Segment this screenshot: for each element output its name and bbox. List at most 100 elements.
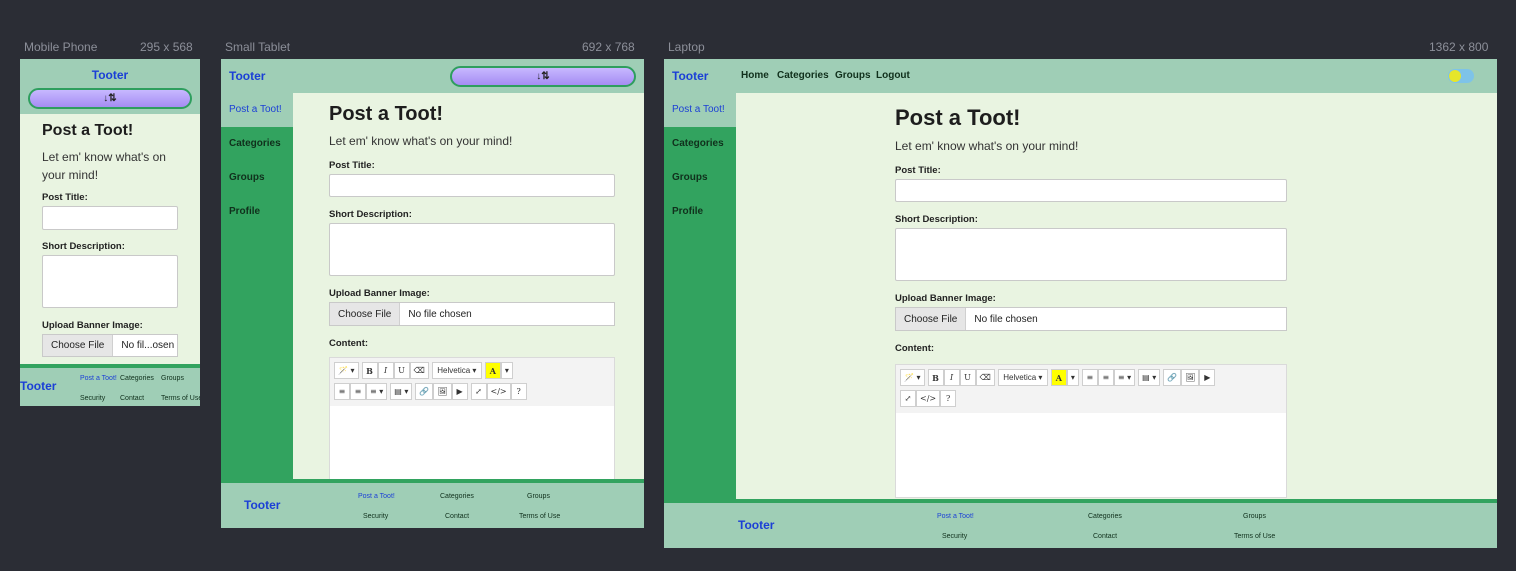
highlight-color-button[interactable]: A	[1050, 369, 1067, 386]
video-icon[interactable]: ▶	[1199, 369, 1216, 386]
eraser-icon[interactable]: ⌫	[975, 369, 995, 386]
font-family-select[interactable]: Helvetica ▾	[997, 369, 1048, 386]
ordered-list-icon[interactable]: ≡	[350, 383, 366, 400]
content-label: Content:	[895, 343, 935, 354]
sort-button[interactable]: ↓⇅	[28, 88, 192, 109]
nav-home[interactable]: Home	[741, 70, 769, 81]
align-dropdown[interactable]: ≡ ▾	[1113, 369, 1136, 386]
footer-link-categories[interactable]: Categories	[1088, 513, 1122, 520]
sidebar-item-groups[interactable]: Groups	[672, 172, 708, 183]
video-icon[interactable]: ▶	[451, 383, 468, 400]
footer-link-categories[interactable]: Categories	[440, 493, 474, 500]
table-dropdown[interactable]: ▤ ▾	[1138, 369, 1161, 386]
footer-link-contact[interactable]: Contact	[120, 395, 144, 402]
toggle-knob	[1449, 70, 1461, 82]
banner-file-input[interactable]: Choose File No file chosen	[329, 302, 615, 326]
footer-link-groups[interactable]: Groups	[527, 493, 550, 500]
footer-brand[interactable]: Tooter	[738, 518, 774, 532]
short-desc-label: Short Description:	[895, 214, 978, 225]
table-dropdown[interactable]: ▤ ▾	[390, 383, 413, 400]
mobile-footer: Tooter Post a Toot! Categories Groups Se…	[20, 364, 200, 406]
color-dropdown[interactable]: ▾	[1066, 369, 1079, 386]
brand-logo[interactable]: Tooter	[229, 69, 265, 83]
footer-link-groups[interactable]: Groups	[1243, 513, 1266, 520]
theme-toggle[interactable]	[1448, 69, 1474, 83]
code-view-icon[interactable]: </>	[486, 383, 511, 400]
footer-link-post[interactable]: Post a Toot!	[358, 493, 395, 500]
footer-brand[interactable]: Tooter	[244, 498, 280, 512]
sidebar-item-post[interactable]: Post a Toot!	[664, 93, 736, 127]
short-desc-textarea[interactable]	[329, 223, 615, 276]
choose-file-button[interactable]: Choose File	[43, 335, 114, 356]
image-icon[interactable]: 🖼	[1181, 369, 1200, 386]
editor-toolbar-row-1: 🪄 ▾ B I U ⌫ Helvetica ▾ A ▾	[334, 362, 513, 379]
underline-button[interactable]: U	[393, 362, 410, 379]
banner-file-input[interactable]: Choose File No file chosen	[895, 307, 1287, 331]
editor-content-area[interactable]	[896, 413, 1286, 497]
sort-button[interactable]: ↓⇅	[450, 66, 636, 87]
choose-file-button[interactable]: Choose File	[896, 308, 967, 330]
footer-link-contact[interactable]: Contact	[445, 513, 469, 520]
unordered-list-icon[interactable]: ≡	[334, 383, 350, 400]
help-icon[interactable]: ?	[940, 390, 957, 407]
footer-link-contact[interactable]: Contact	[1093, 533, 1117, 540]
short-desc-textarea[interactable]	[895, 228, 1287, 281]
fullscreen-icon[interactable]: ⤢	[470, 383, 487, 400]
footer-link-categories[interactable]: Categories	[120, 375, 154, 382]
editor-toolbar-row-2: ⤢ </> ?	[900, 390, 957, 407]
footer-link-post[interactable]: Post a Toot!	[80, 375, 117, 382]
page-title: Post a Toot!	[329, 103, 444, 125]
short-desc-textarea[interactable]	[42, 255, 178, 308]
font-family-select[interactable]: Helvetica ▾	[431, 362, 482, 379]
link-icon[interactable]: 🔗	[1163, 369, 1182, 386]
device-label-tablet: Small Tablet	[225, 40, 291, 54]
bold-button[interactable]: B	[361, 362, 378, 379]
code-view-icon[interactable]: </>	[916, 390, 941, 407]
sidebar-item-profile[interactable]: Profile	[229, 206, 260, 217]
eraser-icon[interactable]: ⌫	[409, 362, 429, 379]
sidebar-item-profile[interactable]: Profile	[672, 206, 703, 217]
footer-link-terms[interactable]: Terms of Use	[161, 395, 200, 402]
post-form: Post a Toot! Let em' know what's on your…	[895, 105, 1289, 498]
highlight-color-button[interactable]: A	[484, 362, 501, 379]
bold-button[interactable]: B	[927, 369, 944, 386]
magic-icon[interactable]: 🪄 ▾	[334, 362, 359, 379]
footer-link-security[interactable]: Security	[80, 395, 105, 402]
post-title-input[interactable]	[895, 179, 1287, 202]
nav-groups[interactable]: Groups	[835, 70, 871, 81]
align-dropdown[interactable]: ≡ ▾	[366, 383, 388, 400]
footer-link-terms[interactable]: Terms of Use	[519, 513, 560, 520]
footer-link-terms[interactable]: Terms of Use	[1234, 533, 1275, 540]
link-icon[interactable]: 🔗	[415, 383, 434, 400]
sidebar-item-categories[interactable]: Categories	[229, 138, 281, 149]
sort-icon: ↓⇅	[103, 93, 117, 104]
mobile-header: Tooter ↓⇅	[20, 59, 200, 114]
footer-link-security[interactable]: Security	[363, 513, 388, 520]
ordered-list-icon[interactable]: ≡	[1097, 369, 1114, 386]
color-dropdown[interactable]: ▾	[500, 362, 513, 379]
unordered-list-icon[interactable]: ≡	[1081, 369, 1098, 386]
banner-file-input[interactable]: Choose File No fil...osen	[42, 334, 178, 357]
italic-button[interactable]: I	[943, 369, 960, 386]
image-icon[interactable]: 🖼	[433, 383, 452, 400]
brand-logo[interactable]: Tooter	[20, 68, 200, 82]
sidebar-item-groups[interactable]: Groups	[229, 172, 265, 183]
magic-icon[interactable]: 🪄 ▾	[900, 369, 925, 386]
underline-button[interactable]: U	[959, 369, 976, 386]
nav-categories[interactable]: Categories	[777, 70, 829, 81]
nav-logout[interactable]: Logout	[876, 70, 910, 81]
footer-link-post[interactable]: Post a Toot!	[937, 513, 974, 520]
footer-link-groups[interactable]: Groups	[161, 375, 184, 382]
brand-logo[interactable]: Tooter	[672, 69, 708, 83]
post-title-input[interactable]	[42, 206, 178, 230]
help-icon[interactable]: ?	[510, 383, 527, 400]
fullscreen-icon[interactable]: ⤢	[900, 390, 916, 407]
sidebar-item-categories[interactable]: Categories	[672, 138, 724, 149]
choose-file-button[interactable]: Choose File	[330, 303, 401, 325]
sidebar-item-post[interactable]: Post a Toot!	[221, 93, 293, 127]
page-title: Post a Toot!	[42, 122, 134, 139]
post-title-input[interactable]	[329, 174, 615, 197]
footer-brand[interactable]: Tooter	[20, 379, 56, 393]
italic-button[interactable]: I	[377, 362, 394, 379]
footer-link-security[interactable]: Security	[942, 533, 967, 540]
